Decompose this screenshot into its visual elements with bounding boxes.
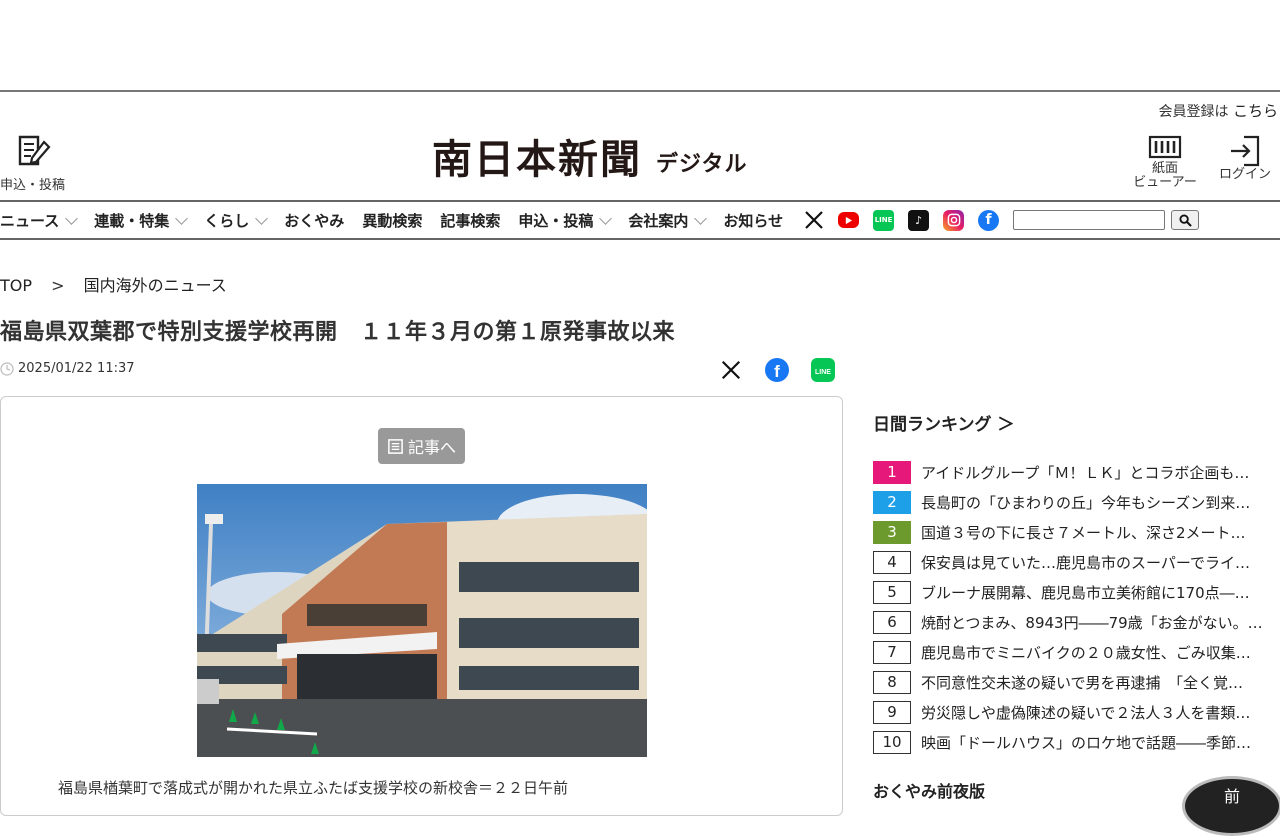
breadcrumb-current[interactable]: 国内海外のニュース (84, 276, 227, 295)
site-search (1013, 210, 1200, 230)
svg-text:f: f (774, 362, 780, 381)
logo-main-text: 南日本新聞 (432, 136, 642, 183)
ranking-item-text: アイドルグループ「Ｍ！ＬＫ」とコラボ企画も… (921, 463, 1250, 482)
nav-item-obituary[interactable]: おくやみ (284, 210, 344, 231)
login-button[interactable]: ログイン (1210, 134, 1280, 190)
ranking-number: 4 (873, 550, 911, 574)
breadcrumb-top[interactable]: TOP (0, 276, 32, 295)
youtube-icon[interactable] (838, 212, 860, 228)
nav-item-article-search[interactable]: 記事検索 (440, 210, 500, 231)
ranking-item[interactable]: 5 ブルーナ展開幕、鹿児島市立美術館に170点―… (873, 577, 1280, 607)
obituary-title[interactable]: おくやみ前夜版 (873, 778, 985, 802)
member-link[interactable]: こちら (1233, 102, 1278, 120)
article-photo[interactable] (197, 484, 647, 757)
share-buttons: f LINE (718, 357, 836, 383)
ranking-item[interactable]: 8 不同意性交未遂の疑いで男を再逮捕 「全く覚… (873, 667, 1280, 697)
apply-post-label: 申込・投稿 (0, 178, 66, 193)
ranking-item-text: 労災隠しや虚偽陳述の疑いで２法人３人を書類… (921, 703, 1251, 722)
nav-item-news[interactable]: ニュース (0, 210, 79, 231)
ranking-item[interactable]: 4 保安員は見ていた…鹿児島市のスーパーでライ… (873, 547, 1280, 577)
ranking-number: 6 (873, 610, 911, 634)
ranking-number: 5 (873, 580, 911, 604)
chevron-down-icon (599, 211, 613, 225)
article-date: 2025/01/22 11:37 (0, 361, 135, 376)
search-icon (1179, 213, 1192, 227)
newspaper-icon (1148, 135, 1182, 159)
ranking-item-text: ブルーナ展開幕、鹿児島市立美術館に170点―… (921, 583, 1250, 602)
ranking-item[interactable]: 3 国道３号の下に長さ７メートル、深さ2メート… (873, 517, 1280, 547)
line-icon[interactable]: LINE (873, 209, 895, 231)
apply-post-button[interactable]: 申込・投稿 (0, 134, 72, 193)
ranking-item-text: 長島町の「ひまわりの丘」今年もシーズン到来… (921, 493, 1251, 512)
chevron-down-icon (65, 211, 79, 225)
logo-sub-text: デジタル (656, 152, 748, 177)
ranking-item-text: 鹿児島市でミニバイクの２０歳女性、ごみ収集… (921, 643, 1251, 662)
chevron-down-icon (175, 211, 189, 225)
obituary-badge: 前 (1223, 787, 1240, 806)
ranking-item[interactable]: 6 焼酎とつまみ、8943円――79歳「お金がない。… (873, 607, 1280, 637)
ranking-number: 7 (873, 640, 911, 664)
nav-item-life[interactable]: くらし (204, 210, 269, 231)
site-logo[interactable]: 南日本新聞 デジタル (432, 138, 748, 182)
ranking-number: 1 (873, 460, 911, 484)
ranking-item[interactable]: 1 アイドルグループ「Ｍ！ＬＫ」とコラボ企画も… (873, 457, 1280, 487)
ranking-number: 10 (873, 730, 911, 754)
nav-item-apply[interactable]: 申込・投稿 (518, 210, 613, 231)
nav-item-notices[interactable]: お知らせ (723, 210, 783, 231)
photo-caption: 福島県楢葉町で落成式が開かれた県立ふたば支援学校の新校舎＝２２日午前 (58, 779, 569, 797)
facebook-icon[interactable]: f (978, 209, 1000, 231)
article-title: 福島県双葉郡で特別支援学校再開 １１年３月の第１原発事故以来 (0, 320, 676, 345)
main-nav: ニュース 連載・特集 くらし おくやみ 異動検索 記事検索 申込・投稿 会社案内… (0, 200, 1280, 240)
ranking-item-text: 不同意性交未遂の疑いで男を再逮捕 「全く覚… (921, 673, 1244, 692)
to-article-button[interactable]: 記事へ (378, 428, 465, 464)
x-icon[interactable] (803, 210, 824, 231)
ranking-item[interactable]: 7 鹿児島市でミニバイクの２０歳女性、ごみ収集… (873, 637, 1280, 667)
article-icon (388, 438, 403, 454)
search-button[interactable] (1171, 210, 1200, 230)
ranking-number: 8 (873, 670, 911, 694)
login-icon (1231, 135, 1260, 167)
member-registration: 会員登録は こちら (1159, 100, 1278, 121)
breadcrumb: TOP > 国内海外のニュース (0, 272, 227, 296)
paper-viewer-button[interactable]: 紙面 ビューアー (1130, 134, 1200, 190)
ranking-number: 9 (873, 700, 911, 724)
ranking-item-text: 焼酎とつまみ、8943円――79歳「お金がない。… (921, 613, 1263, 632)
ranking-item[interactable]: 10 映画「ドールハウス」のロケ地で話題――季節… (873, 727, 1280, 757)
ranking-title[interactable]: 日間ランキング ＞ (873, 410, 1280, 435)
instagram-icon[interactable] (943, 209, 965, 231)
viewer-label-2: ビューアー (1133, 175, 1197, 190)
ranking-item[interactable]: 2 長島町の「ひまわりの丘」今年もシーズン到来… (873, 487, 1280, 517)
ad-banner-area (0, 0, 1280, 92)
article-preview-box: 記事へ 福島県楢葉町で落成式が開かれた県立ふたば支援学校の新校舎＝２２日午前 (0, 396, 843, 816)
article-date-text: 2025/01/22 11:37 (18, 361, 135, 376)
ranking-number: 3 (873, 520, 911, 544)
login-label: ログイン (1218, 167, 1271, 182)
nav-item-personnel-search[interactable]: 異動検索 (362, 210, 422, 231)
to-article-label: 記事へ (407, 438, 456, 457)
apply-form-icon (18, 135, 51, 166)
ranking-list: 1 アイドルグループ「Ｍ！ＬＫ」とコラボ企画も… 2 長島町の「ひまわりの丘」今年もシ… (873, 457, 1280, 757)
share-facebook-icon[interactable]: f (764, 357, 790, 383)
tiktok-icon[interactable]: ♪ (908, 209, 930, 231)
share-x-icon[interactable] (718, 357, 744, 383)
member-text: 会員登録は (1158, 104, 1229, 120)
chevron-down-icon (255, 211, 269, 225)
chevron-down-icon (694, 211, 708, 225)
ranking-sidebar: 日間ランキング ＞ 1 アイドルグループ「Ｍ！ＬＫ」とコラボ企画も… 2 長島町の「ひ… (873, 410, 1280, 757)
viewer-label-1: 紙面 (1151, 161, 1178, 176)
ranking-item-text: 国道３号の下に長さ７メートル、深さ2メート… (921, 523, 1246, 542)
ranking-item-text: 映画「ドールハウス」のロケ地で話題――季節… (921, 733, 1252, 752)
nav-item-company[interactable]: 会社案内 (628, 210, 708, 231)
svg-text:LINE: LINE (815, 369, 831, 376)
obituary-banner[interactable]: 前 (1182, 776, 1280, 836)
ranking-number: 2 (873, 490, 911, 514)
ranking-item-text: 保安員は見ていた…鹿児島市のスーパーでライ… (921, 553, 1250, 572)
ranking-item[interactable]: 9 労災隠しや虚偽陳述の疑いで２法人３人を書類… (873, 697, 1280, 727)
search-input[interactable] (1013, 210, 1166, 230)
clock-icon (0, 361, 14, 376)
breadcrumb-separator: > (51, 276, 65, 295)
share-line-icon[interactable]: LINE (810, 357, 836, 383)
nav-item-series[interactable]: 連載・特集 (94, 210, 189, 231)
